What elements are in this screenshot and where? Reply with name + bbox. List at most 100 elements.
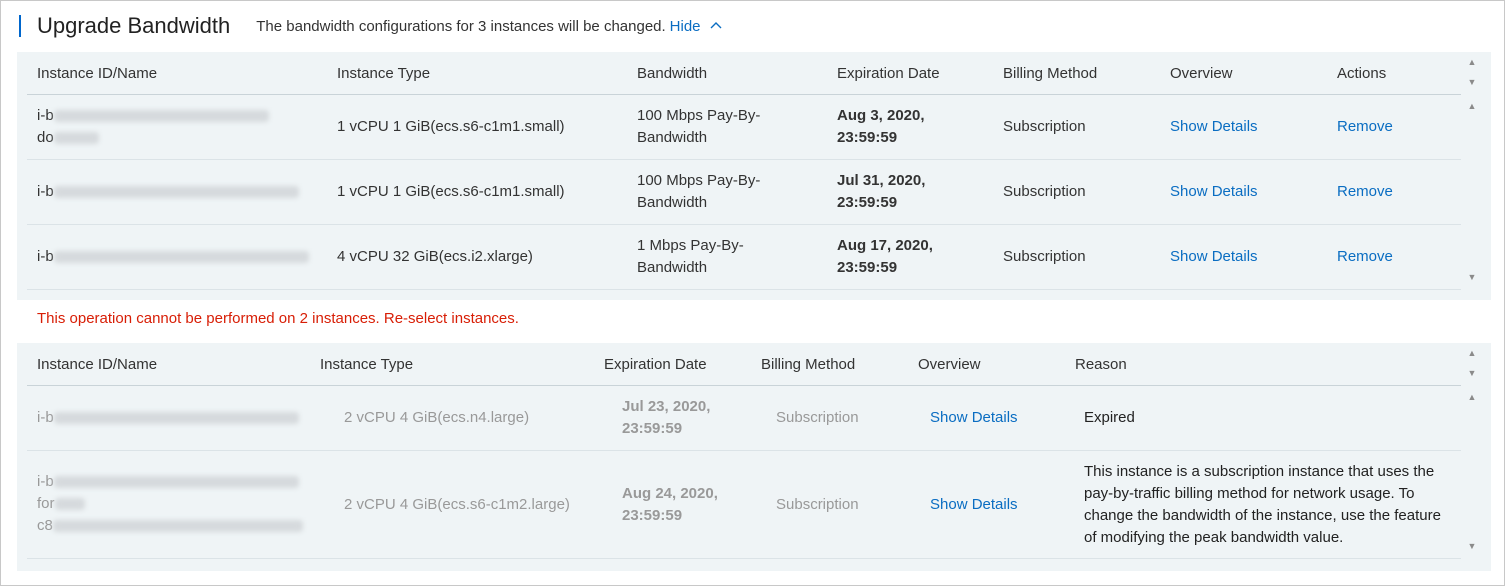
show-details-link[interactable]: Show Details bbox=[1170, 246, 1258, 268]
table-header: Instance ID/Name Instance Type Bandwidth… bbox=[27, 52, 1461, 95]
billing-method-cell: Subscription bbox=[776, 409, 859, 426]
expiration-date-cell: Jul 23, 2020, 23:59:59 bbox=[622, 396, 710, 440]
instance-id-prefix: i-b bbox=[37, 248, 54, 265]
bandwidth-cell: 100 Mbps Pay-By- Bandwidth bbox=[637, 170, 760, 214]
instance-id-prefix: i-b bbox=[37, 183, 54, 200]
reason-cell: Expired bbox=[1084, 409, 1135, 426]
expiration-date-cell: Aug 17, 2020, 23:59:59 bbox=[837, 235, 933, 279]
instance-id-line3: c8 bbox=[37, 517, 53, 534]
redacted-text bbox=[53, 476, 299, 489]
column-header-expiration-date: Expiration Date bbox=[837, 65, 940, 82]
show-details-link[interactable]: Show Details bbox=[930, 494, 1018, 516]
column-header-expiration-date: Expiration Date bbox=[604, 356, 707, 373]
expiration-date-line1: Jul 31, 2020, bbox=[837, 172, 926, 189]
error-message: This operation cannot be performed on 2 … bbox=[37, 310, 519, 327]
remove-button[interactable]: Remove bbox=[1337, 181, 1393, 203]
table-row: i-b 2 vCPU 4 GiB(ecs.n4.large) Jul 23, 2… bbox=[27, 386, 1461, 451]
expiration-date-cell: Aug 3, 2020, 23:59:59 bbox=[837, 105, 925, 149]
instance-id-line2: do bbox=[37, 129, 54, 146]
table-row: i-b 1 vCPU 1 GiB(ecs.s6-c1m1.small) 100 … bbox=[27, 160, 1461, 225]
scroll-up-arrow-icon[interactable]: ▲ bbox=[1467, 57, 1477, 67]
changed-instances-table: Instance ID/Name Instance Type Bandwidth… bbox=[17, 52, 1491, 300]
column-header-actions: Actions bbox=[1337, 65, 1387, 82]
failed-instances-table: Instance ID/Name Instance Type Expiratio… bbox=[17, 343, 1491, 571]
instance-id-prefix: i-b bbox=[37, 107, 54, 124]
expiration-time-line2: 23:59:59 bbox=[837, 129, 898, 146]
column-header-instance-id: Instance ID/Name bbox=[37, 65, 158, 82]
show-details-link[interactable]: Show Details bbox=[1170, 116, 1258, 138]
column-header-instance-id: Instance ID/Name bbox=[37, 356, 158, 373]
scroll-down-arrow-icon[interactable]: ▼ bbox=[1467, 272, 1477, 282]
remove-button[interactable]: Remove bbox=[1337, 246, 1393, 268]
redacted-text bbox=[54, 498, 85, 511]
redacted-text bbox=[53, 412, 299, 425]
hide-toggle[interactable]: Hide bbox=[670, 18, 722, 35]
instance-id-cell: i-b bbox=[37, 181, 307, 203]
expiration-time-line2: 23:59:59 bbox=[837, 194, 898, 211]
table-row: i-b 4 vCPU 32 GiB(ecs.i2.xlarge) 1 Mbps … bbox=[27, 225, 1461, 290]
billing-method-cell: Subscription bbox=[1003, 118, 1086, 135]
billing-method-cell: Subscription bbox=[776, 496, 859, 513]
scroll-up-arrow-icon[interactable]: ▲ bbox=[1467, 348, 1477, 358]
billing-method-cell: Subscription bbox=[1003, 248, 1086, 265]
bandwidth-cell: 100 Mbps Pay-By- Bandwidth bbox=[637, 105, 760, 149]
column-header-instance-type: Instance Type bbox=[320, 356, 414, 373]
bandwidth-line2: Bandwidth bbox=[637, 129, 708, 146]
instance-type-cell: 4 vCPU 32 GiB(ecs.i2.xlarge) bbox=[337, 248, 533, 265]
bandwidth-line2: Bandwidth bbox=[637, 194, 708, 211]
column-header-instance-type: Instance Type bbox=[337, 65, 431, 82]
table-row: i-b for c8 2 vCPU 4 GiB(ecs.s6-c1m2.larg… bbox=[27, 451, 1461, 559]
instance-type-cell: 2 vCPU 4 GiB(ecs.s6-c1m2.large) bbox=[344, 496, 570, 513]
chevron-up-icon bbox=[710, 22, 722, 29]
expiration-date-line1: Aug 3, 2020, bbox=[837, 107, 925, 124]
scroll-up-arrow-icon[interactable]: ▲ bbox=[1467, 392, 1477, 402]
instance-id-cell: i-b bbox=[37, 246, 317, 268]
column-header-reason: Reason bbox=[1075, 356, 1127, 373]
redacted-text bbox=[53, 132, 99, 145]
table-header: Instance ID/Name Instance Type Expiratio… bbox=[27, 343, 1461, 386]
scroll-down-arrow-icon[interactable]: ▼ bbox=[1467, 541, 1477, 551]
billing-method-cell: Subscription bbox=[1003, 183, 1086, 200]
reason-cell: This instance is a subscription instance… bbox=[1084, 463, 1441, 546]
instance-id-prefix: i-b bbox=[37, 409, 54, 426]
show-details-link[interactable]: Show Details bbox=[930, 407, 1018, 429]
instance-id-prefix: i-b bbox=[37, 473, 54, 490]
instance-type-cell: 1 vCPU 1 GiB(ecs.s6-c1m1.small) bbox=[337, 183, 565, 200]
expiration-date-line1: Aug 24, 2020, bbox=[622, 485, 718, 502]
instance-id-line2: for bbox=[37, 495, 55, 512]
instance-id-cell: i-b for c8 bbox=[37, 471, 322, 537]
scroll-down-arrow-icon[interactable]: ▼ bbox=[1467, 368, 1477, 378]
redacted-text bbox=[52, 520, 303, 533]
expiration-date-cell: Jul 31, 2020, 23:59:59 bbox=[837, 170, 925, 214]
instance-type-cell: 2 vCPU 4 GiB(ecs.n4.large) bbox=[344, 409, 530, 426]
bandwidth-line1: 1 Mbps Pay-By- bbox=[637, 237, 744, 254]
section-accent-bar bbox=[19, 15, 21, 37]
page-title: Upgrade Bandwidth bbox=[37, 13, 231, 38]
redacted-text bbox=[53, 186, 299, 199]
column-header-overview: Overview bbox=[918, 356, 981, 373]
column-header-bandwidth: Bandwidth bbox=[637, 65, 708, 82]
expiration-date-line1: Aug 17, 2020, bbox=[837, 237, 933, 254]
change-summary-text: The bandwidth configurations for 3 insta… bbox=[256, 17, 666, 35]
expiration-date-line1: Jul 23, 2020, bbox=[622, 398, 711, 415]
remove-button[interactable]: Remove bbox=[1337, 116, 1393, 138]
instance-id-cell: i-b do bbox=[37, 105, 307, 149]
bandwidth-line2: Bandwidth bbox=[637, 259, 708, 276]
column-header-billing-method: Billing Method bbox=[761, 356, 856, 373]
show-details-link[interactable]: Show Details bbox=[1170, 181, 1258, 203]
bandwidth-line1: 100 Mbps Pay-By- bbox=[637, 107, 761, 124]
redacted-text bbox=[53, 251, 309, 264]
expiration-time-line2: 23:59:59 bbox=[622, 420, 683, 437]
section-header: Upgrade Bandwidth The bandwidth configur… bbox=[19, 13, 722, 39]
redacted-text bbox=[53, 110, 269, 123]
table-row: i-b do 1 vCPU 1 GiB(ecs.s6-c1m1.small) 1… bbox=[27, 95, 1461, 160]
bandwidth-line1: 100 Mbps Pay-By- bbox=[637, 172, 761, 189]
bandwidth-cell: 1 Mbps Pay-By- Bandwidth bbox=[637, 235, 744, 279]
expiration-time-line2: 23:59:59 bbox=[837, 259, 898, 276]
scroll-down-arrow-icon[interactable]: ▼ bbox=[1467, 77, 1477, 87]
column-header-overview: Overview bbox=[1170, 65, 1233, 82]
instance-type-cell: 1 vCPU 1 GiB(ecs.s6-c1m1.small) bbox=[337, 118, 565, 135]
column-header-billing-method: Billing Method bbox=[1003, 65, 1098, 82]
scroll-up-arrow-icon[interactable]: ▲ bbox=[1467, 101, 1477, 111]
expiration-time-line2: 23:59:59 bbox=[622, 507, 683, 524]
